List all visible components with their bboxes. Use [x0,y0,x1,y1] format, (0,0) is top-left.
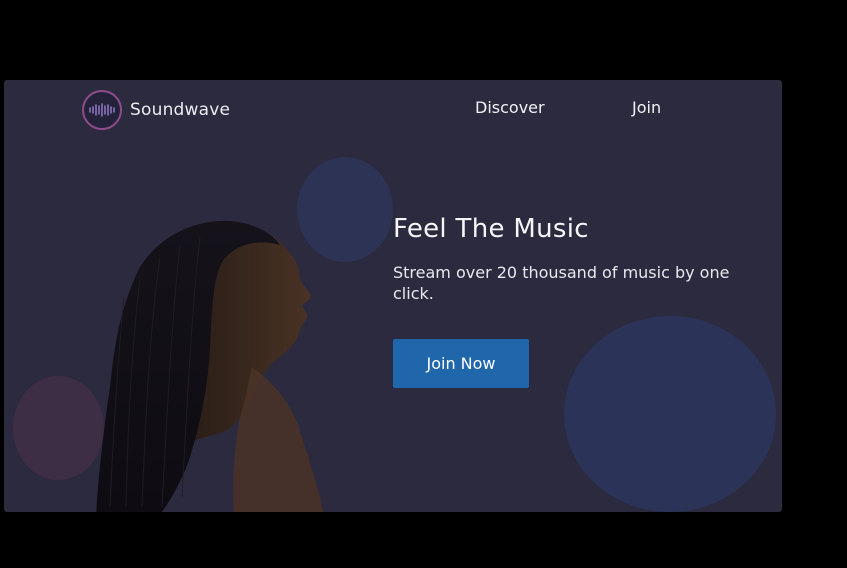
decorative-circle-right [564,316,776,512]
soundwave-logo-icon [82,90,122,130]
nav-link-discover[interactable]: Discover [475,98,545,117]
woman-profile-silhouette [96,220,324,512]
landing-page-frame: Soundwave Discover Join Feel The Music S… [4,80,782,512]
join-now-button[interactable]: Join Now [393,339,529,388]
nav-link-join[interactable]: Join [632,98,661,117]
hero-subtitle: Stream over 20 thousand of music by one … [393,263,730,303]
site-header: Soundwave Discover Join [4,80,782,144]
brand-name: Soundwave [130,100,231,120]
brand-logo[interactable]: Soundwave [82,90,230,130]
hero-title: Feel The Music [393,214,589,244]
